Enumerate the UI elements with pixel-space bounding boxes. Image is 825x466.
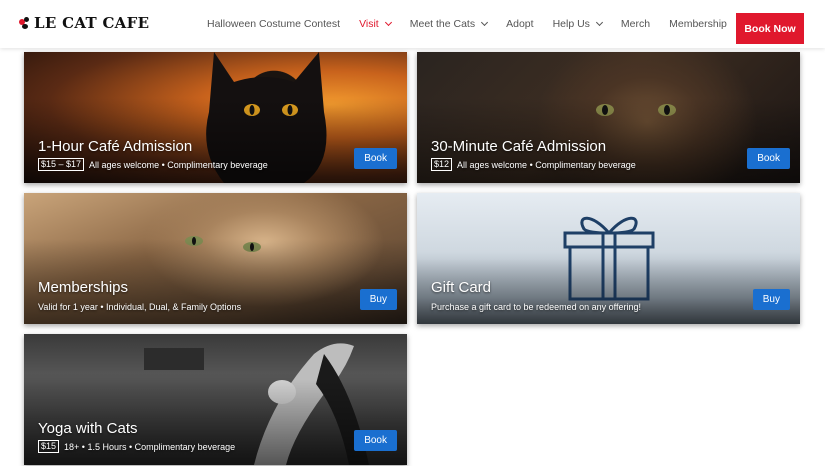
offering-card-gift-card[interactable]: Gift Card Purchase a gift card to be red… (417, 193, 800, 324)
offering-card-memberships[interactable]: Memberships Valid for 1 year • Individua… (24, 193, 407, 324)
book-button[interactable]: Book (747, 148, 790, 169)
offering-card-30-minute[interactable]: 30-Minute Café Admission $12 All ages we… (417, 52, 800, 183)
card-details: $15 18+ • 1.5 Hours • Complimentary beve… (38, 440, 235, 453)
book-button[interactable]: Book (354, 430, 397, 451)
nav-label: Meet the Cats (409, 18, 476, 30)
site-header: LE CAT CAFE Halloween Costume Contest Vi… (0, 0, 825, 48)
chevron-down-icon (481, 18, 489, 27)
nav-item-help-us[interactable]: Help Us (552, 18, 603, 30)
nav-label: Help Us (552, 18, 590, 30)
nav-label: Adopt (506, 18, 534, 30)
main-nav: Halloween Costume Contest Visit Meet the… (207, 0, 746, 48)
price-badge: $15 (38, 440, 60, 453)
nav-label: Merch (620, 18, 651, 30)
buy-button[interactable]: Buy (752, 289, 790, 310)
card-title: Yoga with Cats (38, 420, 138, 437)
nav-item-merch[interactable]: Merch (621, 18, 650, 30)
nav-item-visit[interactable]: Visit (359, 18, 392, 30)
book-now-button[interactable]: Book Now (736, 13, 804, 44)
nav-item-adopt[interactable]: Adopt (506, 18, 533, 30)
chevron-down-icon (595, 18, 603, 27)
card-details: $12 All ages welcome • Complimentary bev… (431, 158, 636, 171)
price-badge: $15 – $17 (38, 158, 85, 171)
site-logo[interactable]: LE CAT CAFE (18, 13, 149, 33)
nav-label: Halloween Costume Contest (207, 18, 341, 30)
card-details: Purchase a gift card to be redeemed on a… (431, 302, 641, 312)
price-badge: $12 (431, 158, 453, 171)
nav-label: Visit (359, 18, 379, 30)
buy-button[interactable]: Buy (359, 289, 397, 310)
card-subtitle: All ages welcome • Complimentary beverag… (457, 159, 636, 170)
offering-card-yoga[interactable]: Yoga with Cats $15 18+ • 1.5 Hours • Com… (24, 334, 407, 465)
card-title: Gift Card (431, 279, 492, 296)
book-button[interactable]: Book (354, 148, 397, 169)
chevron-down-icon (384, 18, 392, 27)
nav-item-meet-the-cats[interactable]: Meet the Cats (409, 18, 489, 30)
brand-name: LE CAT CAFE (34, 14, 150, 32)
card-title: 30-Minute Café Admission (431, 138, 607, 155)
nav-item-membership[interactable]: Membership (669, 18, 727, 30)
offering-card-1-hour[interactable]: 1-Hour Café Admission $15 – $17 All ages… (24, 52, 407, 183)
cat-logo-icon (18, 16, 32, 30)
card-details: Valid for 1 year • Individual, Dual, & F… (38, 302, 241, 312)
nav-label: Membership (669, 18, 727, 30)
card-details: $15 – $17 All ages welcome • Complimenta… (38, 158, 268, 171)
card-subtitle: 18+ • 1.5 Hours • Complimentary beverage (64, 441, 236, 452)
card-title: 1-Hour Café Admission (38, 138, 193, 155)
card-subtitle: Purchase a gift card to be redeemed on a… (431, 302, 641, 312)
nav-item-halloween-contest[interactable]: Halloween Costume Contest (207, 18, 340, 30)
card-subtitle: Valid for 1 year • Individual, Dual, & F… (38, 302, 242, 312)
card-subtitle: All ages welcome • Complimentary beverag… (89, 159, 268, 170)
card-title: Memberships (38, 279, 129, 296)
